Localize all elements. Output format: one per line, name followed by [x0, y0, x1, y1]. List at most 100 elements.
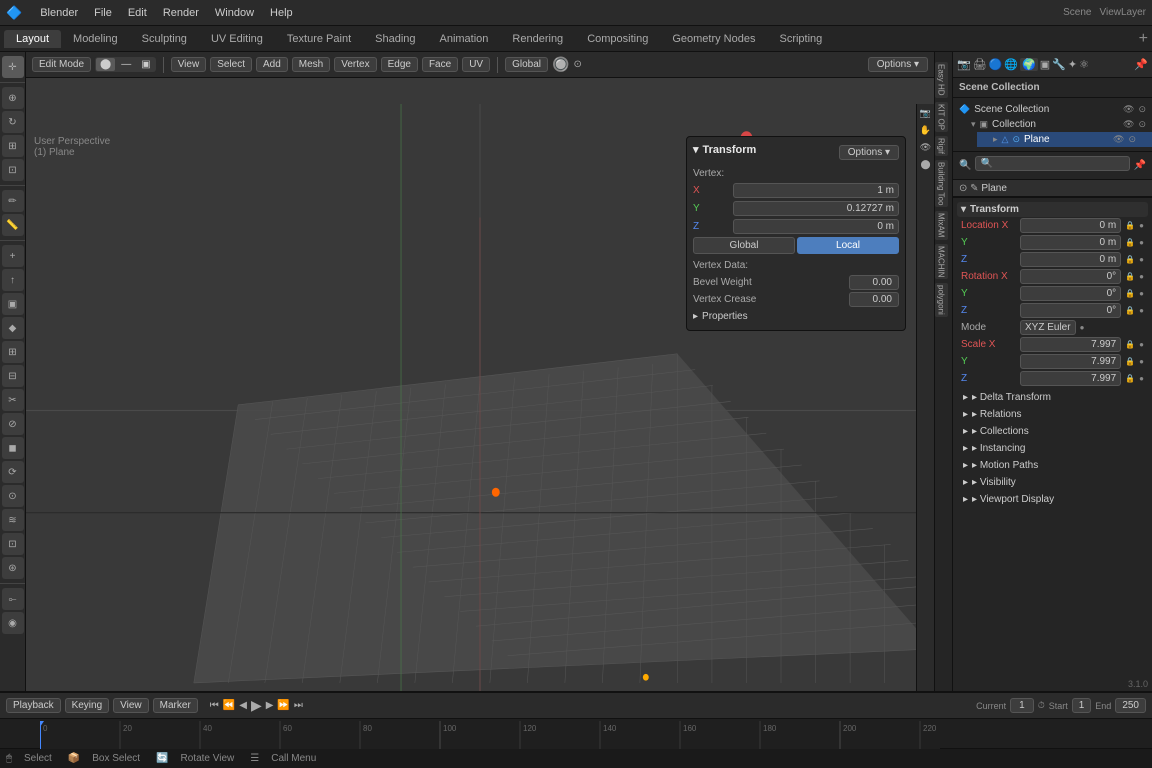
vertex-x-input[interactable]: 1 m	[733, 183, 899, 198]
tool-bevel[interactable]: ◆	[2, 317, 24, 339]
scale-y-lock[interactable]: 🔒	[1125, 357, 1135, 366]
modifier-properties-icon[interactable]: 🔧	[1052, 58, 1066, 71]
location-x-anim[interactable]: ●	[1139, 221, 1144, 230]
mode-dropdown[interactable]: Edit Mode	[32, 57, 91, 72]
scene-properties-icon[interactable]: 🌐	[1004, 58, 1018, 71]
vertex-z-input[interactable]: 0 m	[733, 219, 899, 234]
location-y-input[interactable]: 0 m	[1020, 235, 1121, 250]
prev-keyframe-btn[interactable]: ◀	[239, 700, 247, 711]
tab-scripting[interactable]: Scripting	[767, 30, 834, 48]
tool-cursor[interactable]: ✛	[2, 56, 24, 78]
collection-item-scene[interactable]: 🔷 Scene Collection 👁 ⊙	[953, 102, 1152, 117]
pin-props-icon[interactable]: 📌	[1134, 160, 1146, 171]
scale-x-input[interactable]: 7.997	[1020, 337, 1121, 352]
menu-edit[interactable]: Edit	[120, 5, 155, 21]
addon-building[interactable]: Building Too	[935, 160, 948, 207]
hand-icon[interactable]: ✋	[920, 125, 931, 136]
view-menu-timeline[interactable]: View	[113, 698, 149, 713]
tool-to-sphere[interactable]: ◉	[2, 612, 24, 634]
rotation-x-anim[interactable]: ●	[1139, 272, 1144, 281]
scale-z-anim[interactable]: ●	[1139, 374, 1144, 383]
keying-menu[interactable]: Keying	[65, 698, 110, 713]
tool-transform[interactable]: ⊡	[2, 159, 24, 181]
tool-poly-build[interactable]: ◼	[2, 437, 24, 459]
plane-render-icon[interactable]: ⊙	[1128, 134, 1136, 145]
tool-measure[interactable]: 📏	[2, 214, 24, 236]
addon-mixam[interactable]: MixAM	[935, 211, 948, 239]
view-menu[interactable]: View	[171, 57, 207, 72]
play-btn[interactable]: ▶	[251, 697, 262, 714]
collection-render-icon[interactable]: ⊙	[1138, 119, 1146, 130]
camera-icon[interactable]: 📷	[920, 108, 931, 119]
mode-dropdown-props[interactable]: XYZ Euler	[1020, 320, 1076, 335]
add-menu[interactable]: Add	[256, 57, 288, 72]
collection-header-item[interactable]: ▾ ▣ Collection 👁 ⊙	[965, 117, 1152, 132]
pin-icon[interactable]: 📌	[1134, 58, 1148, 71]
start-frame[interactable]: 1	[1072, 698, 1092, 713]
tool-add[interactable]: +	[2, 245, 24, 267]
addon-rigif[interactable]: Rigif	[935, 136, 948, 156]
plane-visibility-icon[interactable]: 👁	[1113, 134, 1124, 145]
addon-machin[interactable]: MACHIN	[935, 244, 948, 280]
tab-compositing[interactable]: Compositing	[575, 30, 660, 48]
end-frame[interactable]: 250	[1115, 698, 1146, 713]
vertex-y-input[interactable]: 0.12727 m	[733, 201, 899, 216]
addon-easy-hd[interactable]: Easy HD	[935, 62, 948, 98]
select-menu[interactable]: Select	[210, 57, 252, 72]
snapping-btn[interactable]: 🔘	[552, 56, 569, 73]
collections-section[interactable]: ▸ ▸ Collections	[957, 423, 1148, 440]
next-keyframe-btn[interactable]: ▶	[266, 700, 274, 711]
delta-transform-section[interactable]: ▸ ▸ Delta Transform	[957, 389, 1148, 406]
rotation-z-anim[interactable]: ●	[1139, 306, 1144, 315]
viewport-display-section[interactable]: ▸ ▸ Viewport Display	[957, 491, 1148, 508]
rotation-y-anim[interactable]: ●	[1139, 289, 1144, 298]
scale-y-input[interactable]: 7.997	[1020, 354, 1121, 369]
menu-help[interactable]: Help	[262, 5, 301, 21]
scene-visibility-icon[interactable]: 👁	[1123, 104, 1134, 115]
instancing-section[interactable]: ▸ ▸ Instancing	[957, 440, 1148, 457]
tool-annotate[interactable]: ✏	[2, 190, 24, 212]
rotation-y-input[interactable]: 0°	[1020, 286, 1121, 301]
global-btn[interactable]: Global	[693, 237, 795, 254]
tab-texture-paint[interactable]: Texture Paint	[275, 30, 363, 48]
rotation-x-input[interactable]: 0°	[1020, 269, 1121, 284]
view-layer-properties-icon[interactable]: 🔵	[989, 58, 1003, 71]
rotation-z-input[interactable]: 0°	[1020, 303, 1121, 318]
tab-layout[interactable]: Layout	[4, 30, 61, 48]
object-properties-icon[interactable]: ▣	[1040, 58, 1050, 71]
location-y-lock[interactable]: 🔒	[1125, 238, 1135, 247]
location-y-anim[interactable]: ●	[1139, 238, 1144, 247]
current-frame[interactable]: 1	[1010, 698, 1034, 713]
tool-knife[interactable]: ✂	[2, 389, 24, 411]
mode-anim[interactable]: ●	[1080, 323, 1085, 332]
edge-mode-btn[interactable]: —	[117, 58, 135, 71]
tool-offset-edge[interactable]: ⊟	[2, 365, 24, 387]
edge-menu[interactable]: Edge	[381, 57, 418, 72]
vertex-menu[interactable]: Vertex	[334, 57, 376, 72]
plane-item[interactable]: ▸ △ ⊙ Plane 👁 ⊙	[977, 132, 1152, 147]
tool-bisect[interactable]: ⊘	[2, 413, 24, 435]
tool-move[interactable]: ⊕	[2, 87, 24, 109]
tool-spin[interactable]: ⟳	[2, 461, 24, 483]
jump-end-btn[interactable]: ⏭	[294, 700, 303, 711]
tab-modeling[interactable]: Modeling	[61, 30, 130, 48]
output-properties-icon[interactable]: 🖨	[973, 58, 987, 71]
menu-file[interactable]: File	[86, 5, 120, 21]
local-btn[interactable]: Local	[797, 237, 899, 254]
scale-x-anim[interactable]: ●	[1139, 340, 1144, 349]
location-z-lock[interactable]: 🔒	[1125, 255, 1135, 264]
bevel-weight-input[interactable]: 0.00	[849, 275, 899, 290]
scale-z-input[interactable]: 7.997	[1020, 371, 1121, 386]
eye-icon[interactable]: 👁	[920, 142, 931, 153]
jump-start-btn[interactable]: ⏮	[210, 700, 219, 711]
face-mode-btn[interactable]: ▣	[137, 58, 154, 71]
motion-paths-section[interactable]: ▸ ▸ Motion Paths	[957, 457, 1148, 474]
playback-menu[interactable]: Playback	[6, 698, 61, 713]
marker-menu[interactable]: Marker	[153, 698, 198, 713]
rotation-y-lock[interactable]: 🔒	[1125, 289, 1135, 298]
location-z-input[interactable]: 0 m	[1020, 252, 1121, 267]
world-properties-icon[interactable]: 🌍	[1020, 58, 1038, 71]
tool-edge-slide[interactable]: ⊡	[2, 533, 24, 555]
relations-section[interactable]: ▸ ▸ Relations	[957, 406, 1148, 423]
add-workspace-btn[interactable]: +	[1139, 30, 1148, 48]
